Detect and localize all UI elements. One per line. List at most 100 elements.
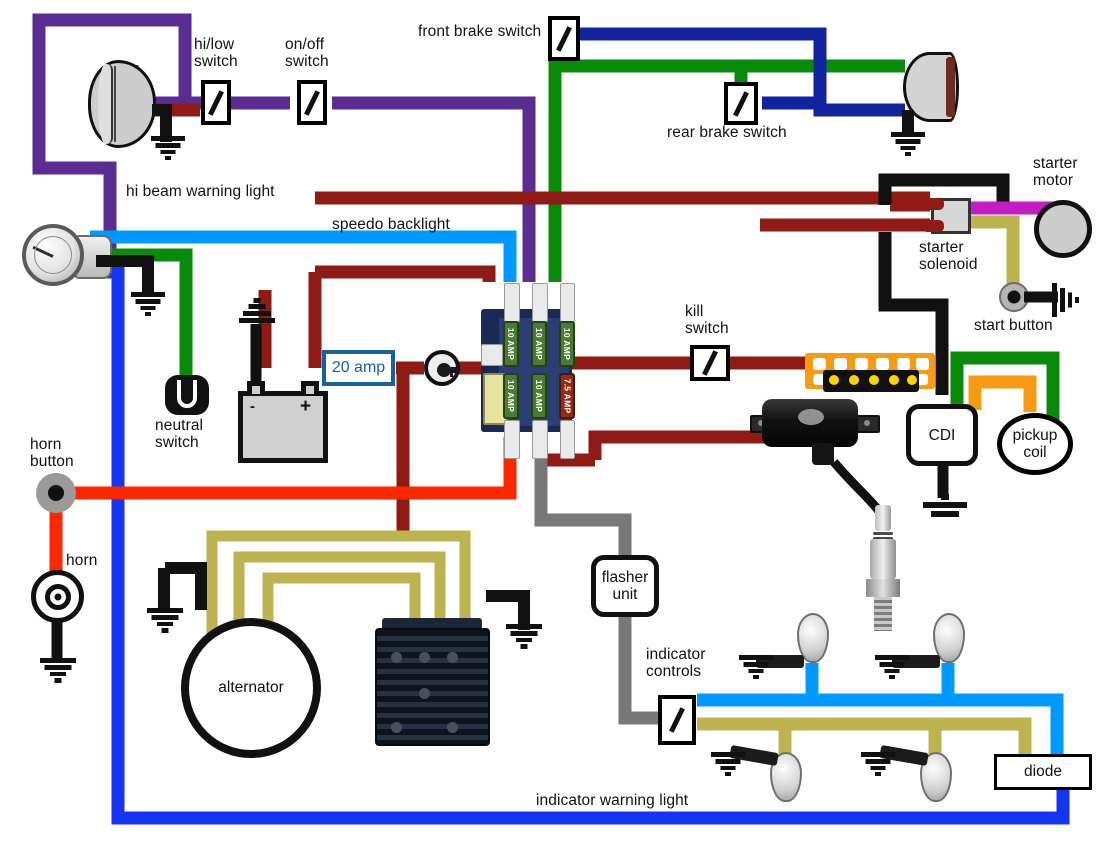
switch-lever	[304, 89, 320, 116]
wiring-diagram-canvas: hi/low switch on/off switch front brake …	[0, 0, 1115, 850]
speedometer-face	[22, 224, 84, 286]
neutral-switch-body	[165, 375, 209, 415]
fuse-rating: 10 AMP	[562, 327, 573, 361]
ground-symbol-indicator-rr	[860, 752, 896, 778]
regulator-screw	[419, 652, 430, 663]
pickup-coil-label: pickup coil	[1012, 427, 1058, 461]
switch-lever	[208, 89, 224, 116]
ground-symbol-speedo	[130, 292, 166, 316]
alternator-label: alternator	[218, 679, 284, 696]
ground-symbol-headlight	[150, 136, 186, 160]
on-off-switch[interactable]	[297, 80, 327, 125]
fuse-slot-1: 10 AMP	[503, 321, 519, 367]
wire-darkred-fuse-to-speedorail	[315, 265, 496, 282]
coil-mount-tab-right	[856, 415, 880, 433]
hi-low-switch-label: hi/low switch	[194, 36, 238, 70]
switch-lever	[669, 707, 685, 733]
fuse-slot-2: 10 AMP	[531, 321, 547, 367]
fuse-box-connector	[481, 344, 503, 366]
ground-symbol-start-button	[1052, 283, 1088, 317]
regulator-screw	[391, 722, 402, 733]
fuse-rating: 10 AMP	[534, 379, 545, 413]
fuse-slot-3: 10 AMP	[559, 321, 575, 367]
battery-terminal-pos	[301, 381, 319, 394]
hi-low-switch[interactable]	[201, 80, 231, 125]
cdi-label: CDI	[928, 426, 956, 444]
ground-symbol-cdi	[922, 494, 968, 522]
regulator-screw	[447, 722, 458, 733]
fuse-stub-bot-1	[504, 420, 520, 459]
indicator-warning-light-label: indicator warning light	[536, 792, 689, 809]
regulator-screw	[447, 652, 458, 663]
start-button-dot	[1007, 290, 1021, 304]
wire-orange-pickup-to-coil	[968, 375, 1037, 412]
fuse-stub-bot-2	[532, 420, 548, 459]
flasher-unit-label: flasher unit	[601, 569, 649, 603]
pickup-coil: pickup coil	[997, 413, 1073, 475]
regulator-rectifier	[375, 628, 490, 746]
fuse-stub-top-2	[532, 283, 548, 322]
switch-lever	[556, 25, 572, 52]
regulator-screw	[391, 652, 402, 663]
kill-switch-label: kill switch	[685, 303, 729, 337]
fuse-rating: 7.5 AMP	[562, 378, 573, 414]
rear-brake-switch-label: rear brake switch	[667, 124, 787, 141]
headlight-line	[114, 66, 116, 142]
start-button-label: start button	[974, 317, 1053, 334]
cdi-unit: CDI	[906, 404, 978, 466]
diode: diode	[994, 754, 1092, 790]
switch-lever	[702, 350, 718, 376]
flasher-unit: flasher unit	[591, 555, 659, 617]
horn-button[interactable]	[36, 473, 76, 513]
tail-light-lens	[946, 57, 955, 117]
fuse-stub-top-3	[560, 283, 575, 322]
ground-symbol-horn	[39, 658, 77, 684]
front-brake-switch[interactable]	[548, 16, 580, 61]
speedometer-needle	[32, 245, 54, 258]
ground-symbol-indicator-rl	[710, 752, 746, 778]
battery-neg-symbol: -	[250, 398, 255, 415]
spark-plug-rib	[873, 532, 893, 535]
horn-button-label: horn button	[30, 436, 74, 470]
fuse-20amp-label: 20 amp	[322, 350, 395, 386]
fuse-slot-4: 10 AMP	[503, 373, 519, 419]
coil-body	[762, 399, 858, 447]
spark-plug-hex	[866, 579, 900, 597]
headlight-rim	[98, 64, 113, 144]
starter-motor	[1034, 200, 1092, 258]
fuse-slot-5: 10 AMP	[531, 373, 547, 419]
regulator-screw	[419, 688, 430, 699]
fuse-rating: 10 AMP	[506, 327, 517, 361]
ignition-key-switch[interactable]	[424, 350, 460, 386]
horn-button-dot	[48, 485, 64, 501]
horn-label: horn	[66, 552, 98, 569]
battery-pos-symbol: +	[300, 396, 312, 417]
speedo-backlight-label: speedo backlight	[332, 216, 450, 233]
spark-plug	[864, 505, 904, 635]
fuse-stub-top-1	[504, 283, 520, 322]
alternator: alternator	[181, 618, 321, 758]
ground-symbol-taillight	[890, 132, 926, 156]
fuse-stub-bot-3	[560, 420, 575, 459]
starter-solenoid-terminals	[922, 198, 944, 232]
switch-lever	[733, 90, 749, 117]
battery-ground-wire	[250, 324, 262, 386]
spark-plug-thread	[874, 597, 892, 631]
fuse-rating: 10 AMP	[506, 379, 517, 413]
hi-beam-warning-light-label: hi beam warning light	[126, 183, 275, 200]
starter-solenoid-label: starter solenoid	[919, 239, 978, 273]
horn	[31, 570, 84, 623]
ground-symbol-alternator	[146, 608, 184, 634]
front-brake-switch-label: front brake switch	[418, 23, 542, 40]
neutral-switch-label: neutral switch	[155, 417, 204, 451]
rear-brake-switch[interactable]	[724, 82, 758, 125]
horn-inner	[44, 583, 71, 610]
indicator-controls-switch[interactable]	[658, 695, 696, 745]
spark-plug-insulator	[870, 539, 896, 579]
ground-symbol-indicator-fr	[874, 655, 910, 681]
starter-motor-label: starter motor	[1033, 155, 1078, 189]
ground-symbol-indicator-fl	[738, 655, 774, 681]
kill-switch[interactable]	[690, 345, 730, 381]
headlight	[88, 60, 156, 148]
ground-symbol-regulator	[505, 624, 543, 650]
